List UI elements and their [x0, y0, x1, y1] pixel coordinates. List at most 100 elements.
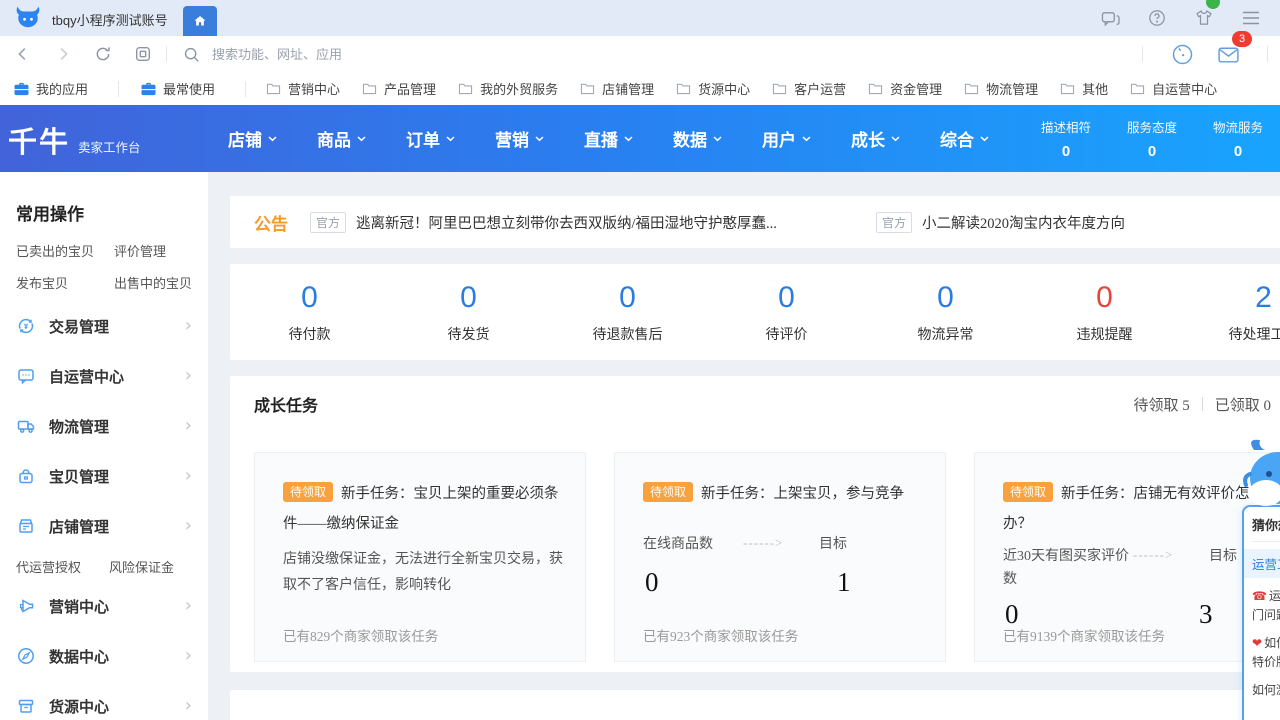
bookmark-folder[interactable]: 自运营中心 [1130, 79, 1217, 98]
bookmark-label: 我的外贸服务 [480, 79, 558, 98]
task-card-list-item[interactable]: 待领取新手任务：上架宝贝，参与竞争 在线商品数 ------> 目标 0 1 已… [614, 452, 946, 662]
announcement-link[interactable]: 官方 小二解读2020淘宝内衣年度方向 [876, 212, 1125, 233]
score-logistics[interactable]: 物流服务 0 [1202, 117, 1274, 160]
bookmark-folder[interactable]: 资金管理 [868, 79, 942, 98]
feedback-icon[interactable] [1095, 3, 1125, 33]
nav-item-misc[interactable]: 综合 [940, 126, 989, 151]
stat-refund-aftersale[interactable]: 0 待退款售后 [548, 264, 707, 360]
search-input[interactable] [210, 46, 474, 63]
bookmark-label: 我的应用 [36, 79, 88, 98]
quick-link-review-mgmt[interactable]: 评价管理 [114, 241, 192, 260]
assistant-faq-tejiaban[interactable]: ❤如何加入 特价版 [1252, 634, 1280, 672]
quick-link-on-sale-items[interactable]: 出售中的宝贝 [114, 273, 192, 292]
sidebar-item-trade[interactable]: 交易管理 › [0, 301, 208, 351]
help-icon[interactable] [1142, 3, 1172, 33]
main-navbar: 千牛 卖家工作台 店铺 商品 订单 营销 直播 数据 用户 成长 综合 描述相符… [0, 105, 1280, 172]
skin-icon[interactable] [1189, 3, 1219, 33]
tab-claimed[interactable]: 已领取 0 [1215, 394, 1271, 415]
sidebar-item-shop[interactable]: 店铺管理 › [0, 501, 208, 551]
quick-link-sold-items[interactable]: 已卖出的宝贝 [16, 241, 114, 260]
task-card-deposit[interactable]: 待领取新手任务：宝贝上架的重要必须条件——缴纳保证金 店铺没缴保证金，无法进行全… [254, 452, 586, 662]
stat-pending-review[interactable]: 0 待评价 [707, 264, 866, 360]
nav-item-users[interactable]: 用户 [762, 126, 811, 151]
assistant-faq-shipping[interactable]: ☎运费险热 门问题 [1252, 587, 1280, 625]
menu-icon[interactable] [1236, 3, 1266, 33]
briefcase-icon [14, 82, 29, 96]
announcement-link[interactable]: 官方 逃离新冠！阿里巴巴想立刻带你去西双版纳/福田湿地守护憨厚蠢... [310, 212, 876, 233]
task-card-reviews[interactable]: 待领取新手任务：店铺无有效评价怎么办？ 近30天有图买家评价数 ------> … [974, 452, 1280, 662]
search-bar[interactable] [183, 46, 474, 63]
dashed-arrow: ------> [743, 535, 783, 551]
assistant-mascot[interactable] [1236, 436, 1280, 512]
sub-link-risk-deposit[interactable]: 风险保证金 [109, 557, 174, 576]
brand: 千牛 卖家工作台 [8, 119, 141, 161]
back-button[interactable] [8, 39, 38, 69]
bookmark-folder[interactable]: 客户运营 [772, 79, 846, 98]
chevron-down-icon [713, 136, 722, 142]
home-icon [192, 13, 208, 29]
account-tab-label[interactable]: tbqy小程序测试账号 [52, 10, 168, 29]
sidebar-item-supply[interactable]: 货源中心 › [0, 681, 208, 720]
stat-pending-tickets[interactable]: 2 待处理工单 [1184, 264, 1280, 360]
bookmark-folder[interactable]: 货源中心 [676, 79, 750, 98]
nav-item-orders[interactable]: 订单 [406, 126, 455, 151]
sidebar: 常用操作 已卖出的宝贝 评价管理 发布宝贝 出售中的宝贝 交易管理 › 自运营中… [0, 172, 208, 720]
nav-item-shop[interactable]: 店铺 [228, 126, 277, 151]
chevron-right-icon: › [185, 367, 192, 385]
bookmark-folder[interactable]: 营销中心 [266, 79, 340, 98]
stat-pending-payment[interactable]: 0 待付款 [230, 264, 389, 360]
home-tab[interactable] [183, 6, 217, 36]
status-badge: 待领取 [643, 482, 693, 502]
assistant-face-icon[interactable] [1167, 39, 1197, 69]
bookmark-folder[interactable]: 物流管理 [964, 79, 1038, 98]
sidebar-item-logistics[interactable]: 物流管理 › [0, 401, 208, 451]
sidebar-item-marketing[interactable]: 营销中心 › [0, 581, 208, 631]
nav-item-marketing[interactable]: 营销 [495, 126, 544, 151]
task-footer: 已有9139个商家领取该任务 [1003, 625, 1165, 645]
sub-link-agent-auth[interactable]: 代运营授权 [16, 557, 81, 576]
chevron-down-icon [980, 136, 989, 142]
bookmark-label: 客户运营 [794, 79, 846, 98]
nav-item-goods[interactable]: 商品 [317, 126, 366, 151]
score-service[interactable]: 服务态度 0 [1116, 117, 1188, 160]
capture-icon[interactable] [128, 39, 158, 69]
nav-item-live[interactable]: 直播 [584, 126, 633, 151]
quick-link-publish-item[interactable]: 发布宝贝 [16, 273, 114, 292]
assistant-faq-activate[interactable]: 如何激活 [1252, 681, 1280, 700]
task-footer: 已有923个商家领取该任务 [643, 625, 798, 645]
dashed-arrow: ------> [1133, 547, 1173, 563]
chevron-down-icon [268, 136, 277, 142]
sidebar-item-items[interactable]: 宝贝管理 › [0, 451, 208, 501]
stat-pending-shipment[interactable]: 0 待发货 [389, 264, 548, 360]
chevron-right-icon: › [185, 417, 192, 435]
bookmark-most-used[interactable]: 最常使用 [141, 79, 215, 98]
forward-button[interactable] [48, 39, 78, 69]
nav-item-data[interactable]: 数据 [673, 126, 722, 151]
bookmark-folder[interactable]: 其他 [1060, 79, 1108, 98]
sidebar-item-selfrun[interactable]: 自运营中心 › [0, 351, 208, 401]
folder-icon [266, 82, 281, 95]
brand-name: 千牛 [8, 119, 70, 161]
growth-tasks-title: 成长任务 [254, 392, 318, 416]
sidebar-item-datacenter[interactable]: 数据中心 › [0, 631, 208, 681]
score-description[interactable]: 描述相符 0 [1030, 117, 1102, 160]
assistant-tab-tools[interactable]: 运营工具 [1244, 549, 1280, 578]
folder-icon [676, 82, 691, 95]
next-section-card [230, 690, 1280, 720]
stat-logistics-abnormal[interactable]: 0 物流异常 [866, 264, 1025, 360]
refresh-button[interactable] [88, 39, 118, 69]
messages-icon[interactable]: 3 [1213, 39, 1243, 69]
bookmark-folder[interactable]: 产品管理 [362, 79, 436, 98]
chevron-right-icon: › [185, 517, 192, 535]
trade-icon [16, 316, 36, 336]
bookmark-folder[interactable]: 我的外贸服务 [458, 79, 558, 98]
stat-violation-alerts[interactable]: 0 违规提醒 [1025, 264, 1184, 360]
divider [245, 81, 246, 97]
tab-unclaimed[interactable]: 待领取 5 [1133, 394, 1189, 415]
folder-icon [964, 82, 979, 95]
nav-item-growth[interactable]: 成长 [851, 126, 900, 151]
bookmark-folder[interactable]: 店铺管理 [580, 79, 654, 98]
bookmark-my-apps[interactable]: 我的应用 [14, 79, 88, 98]
logistics-icon [16, 416, 36, 436]
divider [1202, 397, 1203, 411]
